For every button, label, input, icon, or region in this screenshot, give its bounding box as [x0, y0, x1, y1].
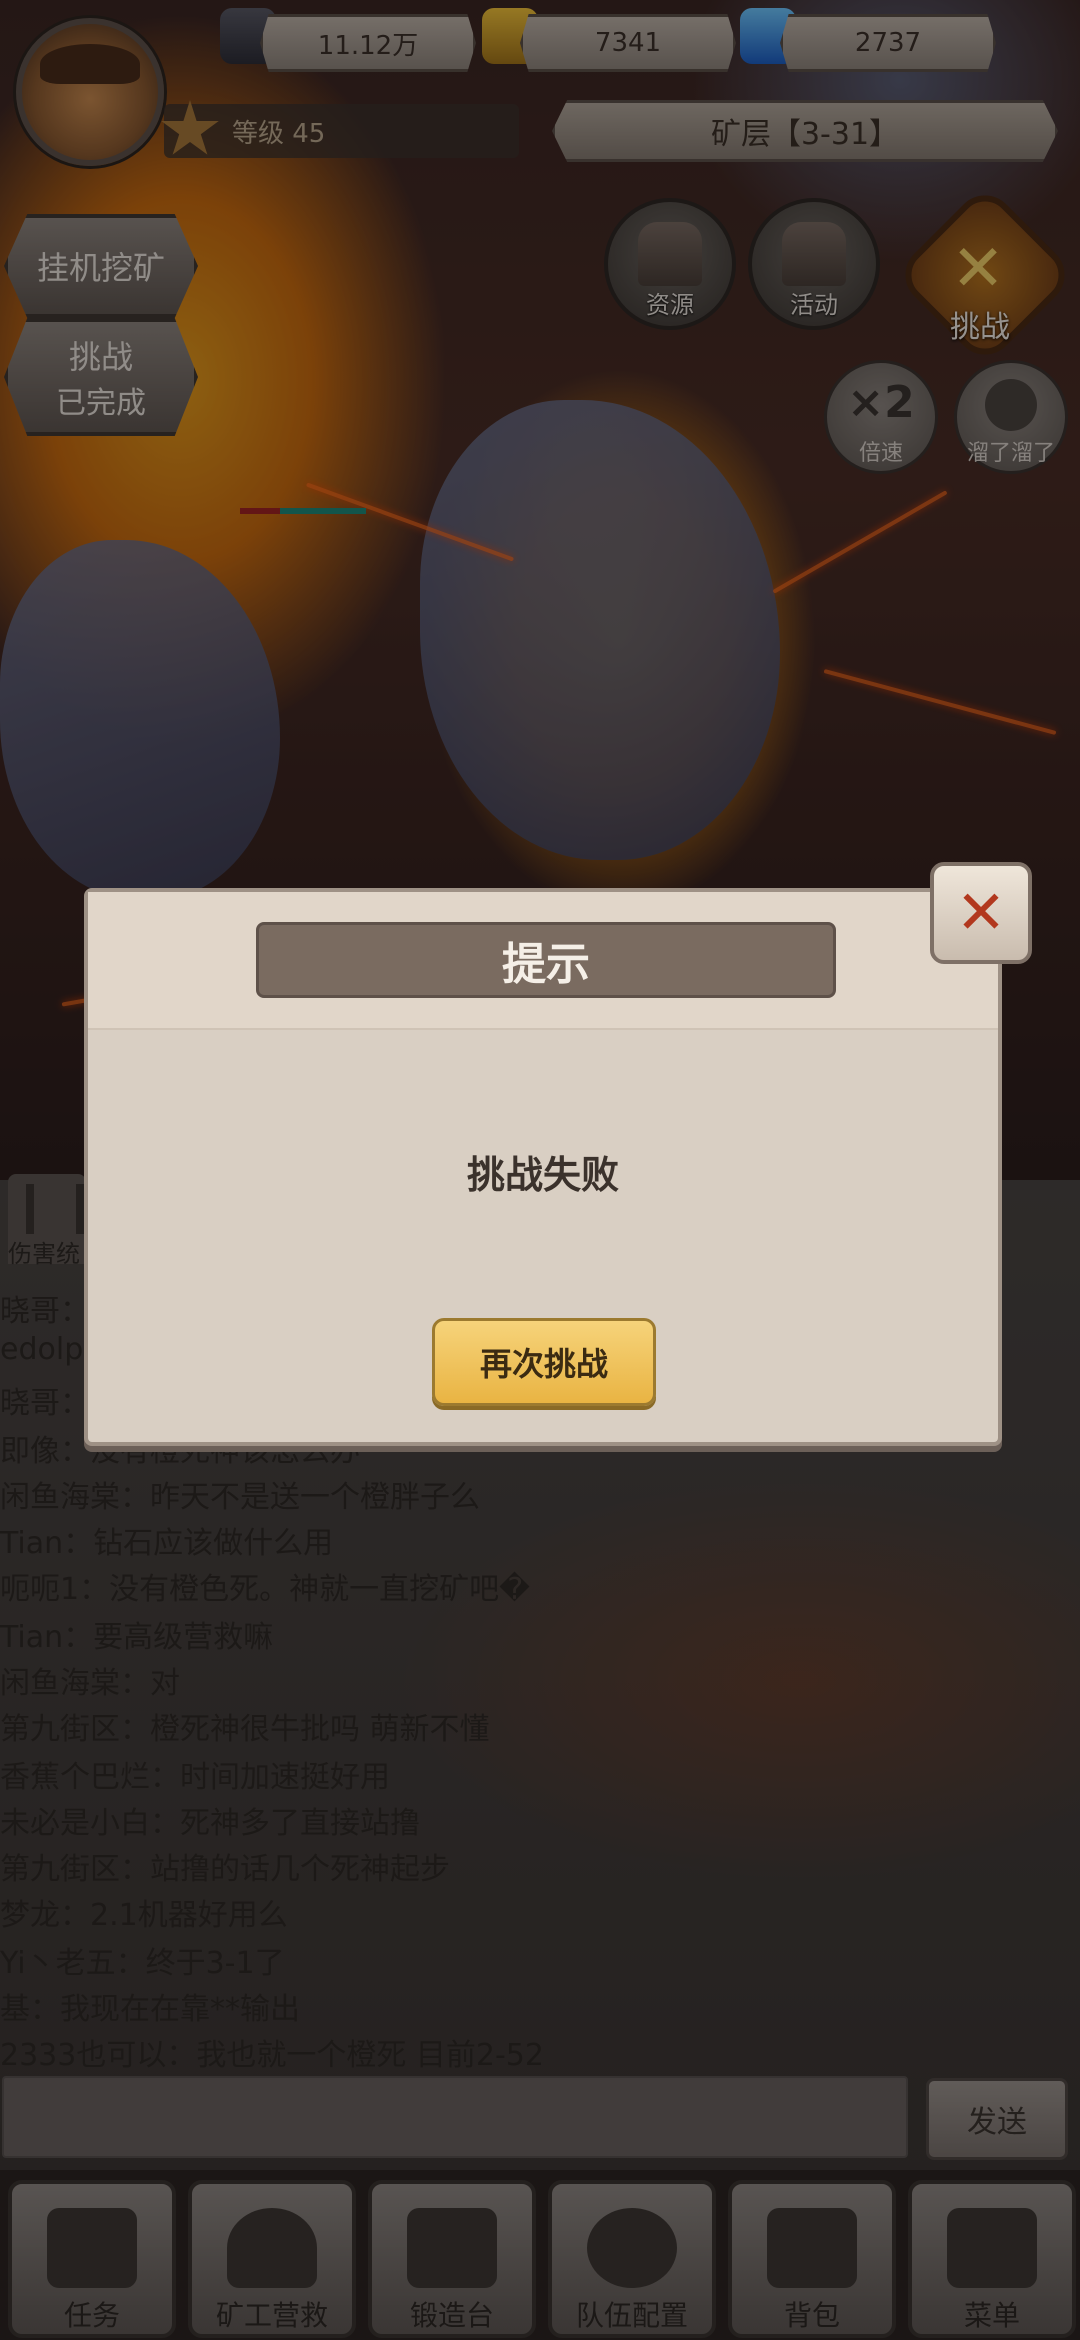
close-dialog-button[interactable]: ✕: [930, 862, 1032, 964]
dialog-message: 挑战失败: [466, 1153, 619, 1197]
retry-challenge-label: 再次挑战: [479, 1345, 608, 1383]
alert-dialog: 提示 挑战失败 再次挑战: [84, 888, 1002, 1446]
close-icon: ✕: [955, 878, 1007, 948]
dialog-title-text: 提示: [502, 939, 590, 990]
retry-challenge-button[interactable]: 再次挑战: [432, 1318, 656, 1406]
dialog-title: 提示: [256, 922, 836, 998]
